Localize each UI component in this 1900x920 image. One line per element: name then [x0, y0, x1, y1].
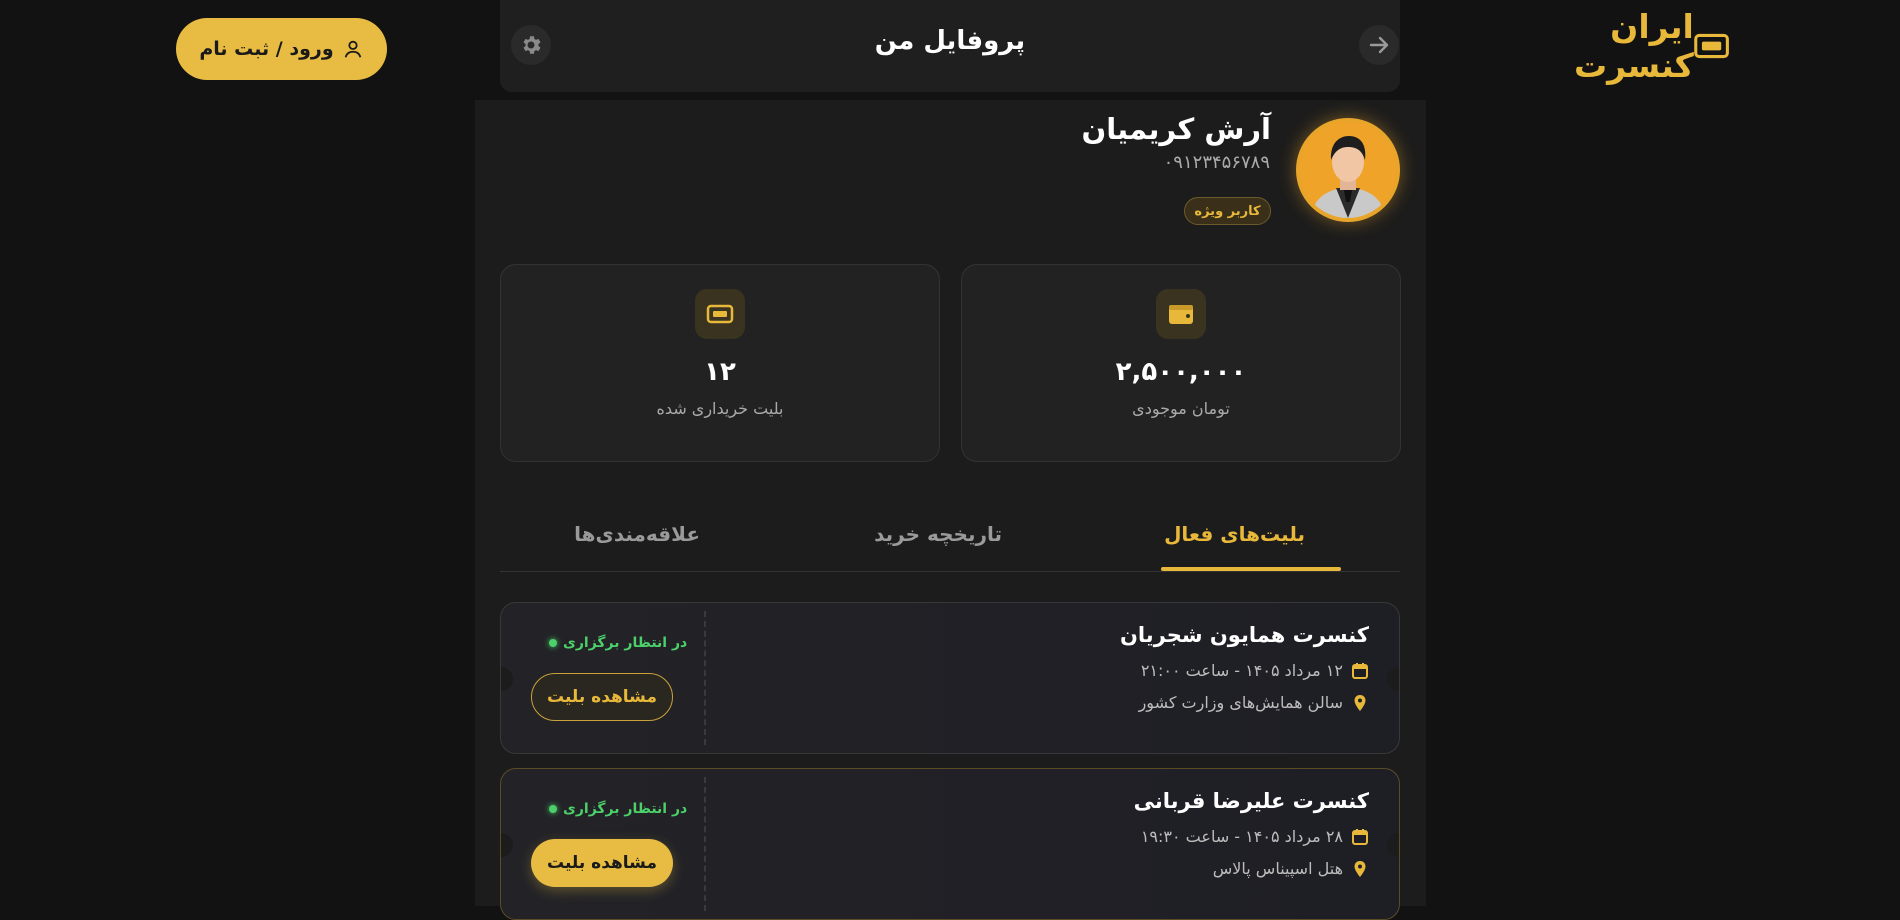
ticket-notch [501, 667, 513, 691]
arrow-right-icon [1369, 36, 1389, 54]
user-icon [344, 40, 361, 58]
app-header: پروفایل من [500, 0, 1400, 92]
stat-value: ۱۲ [704, 357, 736, 387]
tab-purchase-history[interactable]: تاریخچه خرید [874, 522, 1002, 546]
tabs-divider [500, 571, 1400, 572]
ticket-date-text: ۱۲ مرداد ۱۴۰۵ - ساعت ۲۱:۰۰ [1140, 661, 1343, 680]
stat-label: تومان موجودی [1132, 399, 1230, 418]
tab-active-tickets[interactable]: بلیت‌های فعال [1164, 522, 1305, 546]
ticket-date: ۲۸ مرداد ۱۴۰۵ - ساعت ۱۹:۳۰ [1141, 827, 1369, 846]
login-label: ورود / ثبت نام [199, 38, 334, 60]
ticket-card[interactable]: کنسرت علیرضا قربانی ۲۸ مرداد ۱۴۰۵ - ساعت… [500, 768, 1400, 920]
vip-badge: کاربر ویژه [1184, 197, 1271, 225]
ticket-title: کنسرت علیرضا قربانی [1133, 789, 1369, 813]
ticket-date: ۱۲ مرداد ۱۴۰۵ - ساعت ۲۱:۰۰ [1141, 661, 1369, 680]
ticket-icon [1694, 33, 1729, 59]
brand-name: ایران کنسرت [1573, 7, 1694, 85]
ticket-venue: هتل اسپیناس پالاس [1213, 859, 1369, 878]
active-tab-indicator [1161, 567, 1341, 571]
ticket-icon-box [695, 289, 745, 339]
calendar-icon [1352, 662, 1368, 679]
stat-card-tickets: ۱۲ بلیت خریداری شده [500, 264, 940, 462]
stat-value: ۲,۵۰۰,۰۰۰ [1115, 357, 1247, 387]
back-button[interactable] [1359, 25, 1399, 65]
profile-name: آرش کریمیان [1081, 112, 1271, 146]
tab-favorites[interactable]: علاقه‌مندی‌ها [574, 522, 700, 546]
ticket-date-text: ۲۸ مرداد ۱۴۰۵ - ساعت ۱۹:۳۰ [1140, 827, 1343, 846]
ticket-notch [501, 833, 513, 857]
ticket-divider [704, 611, 706, 745]
ticket-venue: سالن همایش‌های وزارت کشور [1139, 693, 1369, 712]
view-ticket-button[interactable]: مشاهده بلیت [531, 673, 673, 721]
ticket-notch [1387, 833, 1399, 857]
ticket-divider [704, 777, 706, 911]
stat-card-balance: ۲,۵۰۰,۰۰۰ تومان موجودی [961, 264, 1401, 462]
avatar[interactable] [1296, 118, 1400, 222]
calendar-icon [1352, 828, 1368, 845]
wallet-icon-box [1156, 289, 1206, 339]
brand-logo[interactable]: ایران کنسرت [1505, 7, 1729, 85]
status-text: در انتظار برگزاری [563, 801, 688, 817]
status-dot-icon [549, 805, 557, 813]
ticket-title: کنسرت همایون شجریان [1120, 623, 1369, 647]
ticket-notch [1387, 667, 1399, 691]
ticket-icon [706, 304, 734, 324]
view-ticket-button[interactable]: مشاهده بلیت [531, 839, 673, 887]
ticket-status: در انتظار برگزاری [549, 801, 687, 817]
ticket-status: در انتظار برگزاری [549, 635, 687, 651]
ticket-venue-text: هتل اسپیناس پالاس [1212, 859, 1343, 878]
stat-label: بلیت خریداری شده [656, 399, 784, 418]
wallet-icon [1169, 305, 1193, 324]
status-text: در انتظار برگزاری [563, 635, 688, 651]
ticket-card[interactable]: کنسرت همایون شجریان ۱۲ مرداد ۱۴۰۵ - ساعت… [500, 602, 1400, 754]
profile-phone: ۰۹۱۲۳۴۵۶۷۸۹ [1163, 152, 1270, 173]
location-pin-icon [1354, 694, 1366, 711]
user-avatar [1300, 122, 1396, 218]
login-button[interactable]: ورود / ثبت نام [176, 18, 387, 80]
status-dot-icon [549, 639, 557, 647]
page-title: پروفایل من [874, 26, 1026, 56]
location-pin-icon [1354, 860, 1366, 877]
ticket-venue-text: سالن همایش‌های وزارت کشور [1138, 693, 1343, 712]
